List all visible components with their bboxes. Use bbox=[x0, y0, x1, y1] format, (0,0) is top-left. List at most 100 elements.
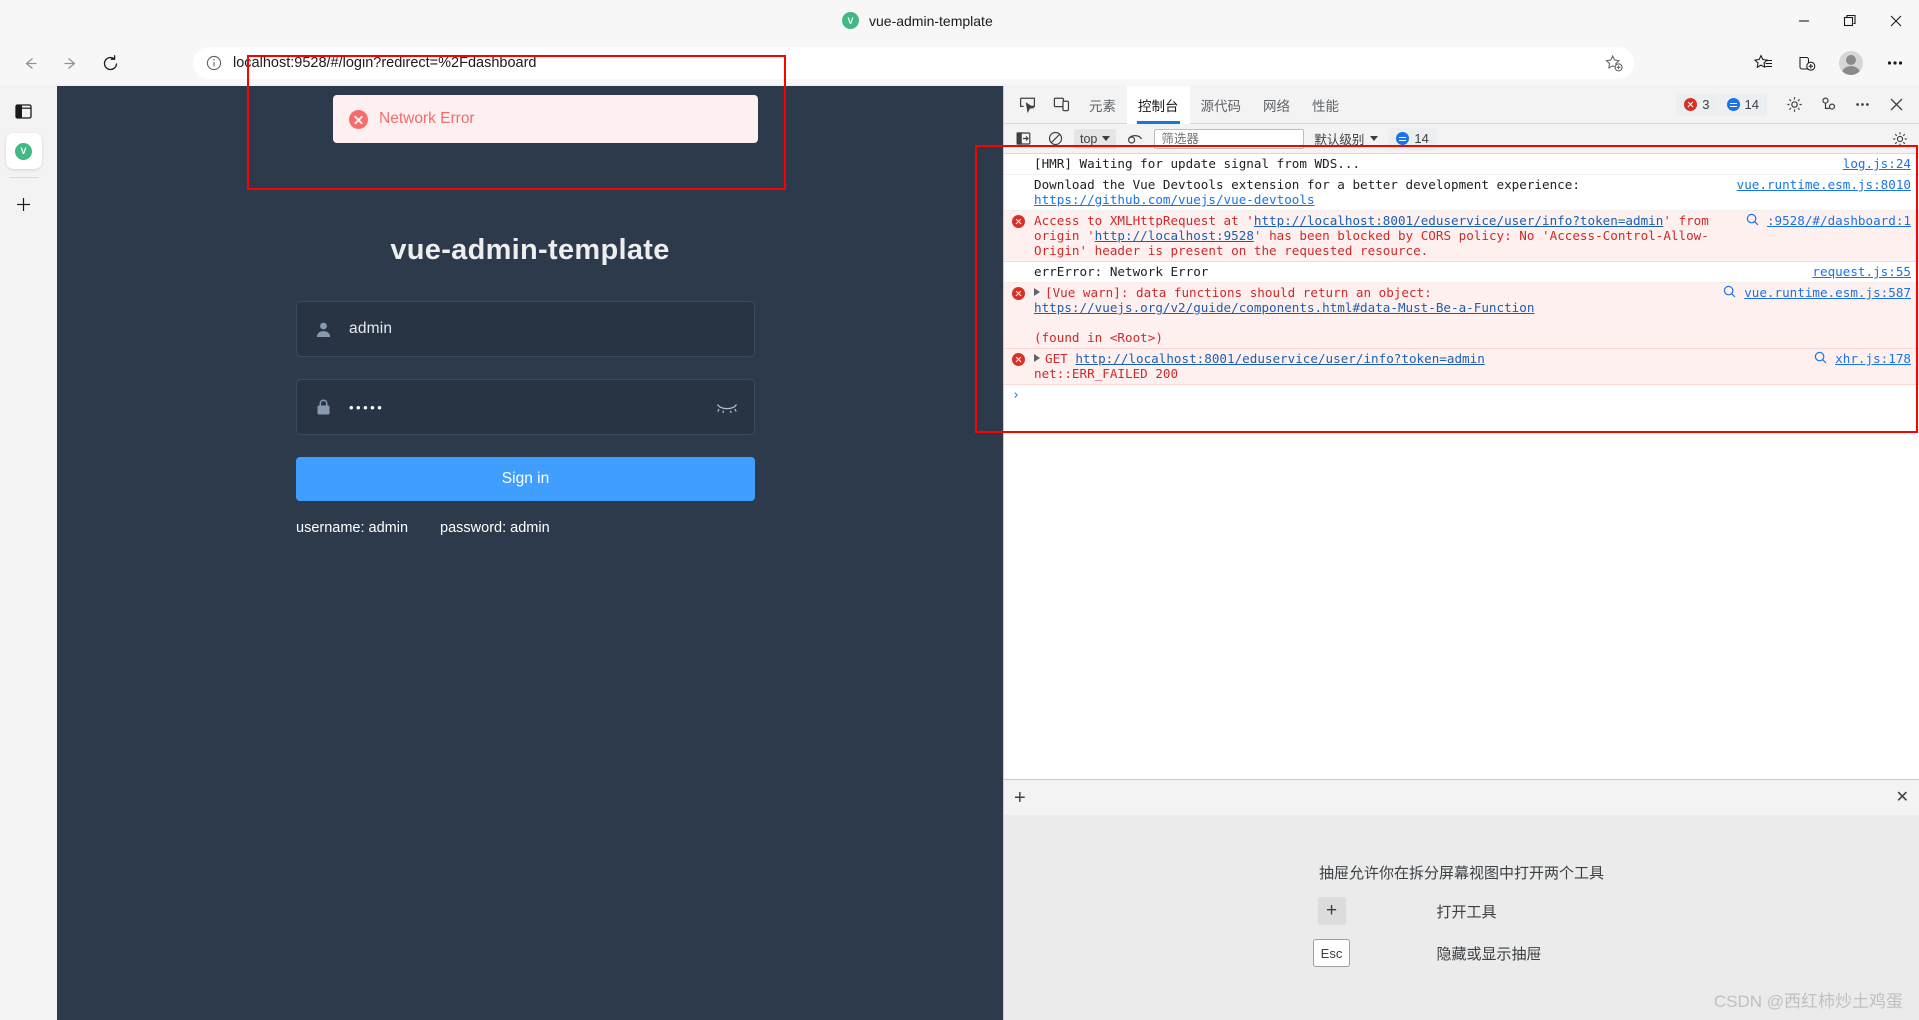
site-info-icon[interactable] bbox=[205, 54, 223, 72]
drawer-body: 抽屉允许你在拆分屏幕视图中打开两个工具 + 打开工具 Esc 隐藏或显示抽屉 C… bbox=[1004, 815, 1919, 1020]
console-row[interactable]: GET http://localhost:8001/eduservice/use… bbox=[1004, 349, 1919, 385]
device-toolbar-icon[interactable] bbox=[1044, 90, 1078, 120]
error-circle-icon bbox=[349, 109, 368, 129]
drawer-close-button[interactable]: ✕ bbox=[1896, 789, 1909, 806]
error-icon bbox=[1012, 287, 1025, 300]
tab-sources[interactable]: 源代码 bbox=[1190, 86, 1253, 124]
console-source-text[interactable]: request.js:55 bbox=[1812, 264, 1911, 279]
console-sidebar-icon[interactable] bbox=[1010, 124, 1036, 154]
password-field[interactable]: ••••• bbox=[296, 379, 755, 435]
console-source-text[interactable]: log.js:24 bbox=[1843, 156, 1911, 171]
window-controls bbox=[1781, 0, 1919, 41]
back-arrow-icon[interactable] bbox=[10, 43, 50, 83]
console-link[interactable]: https://github.com/vuejs/vue-devtools bbox=[1034, 192, 1315, 207]
console-row[interactable]: Download the Vue Devtools extension for … bbox=[1004, 175, 1919, 211]
console-source-text[interactable]: :9528/#/dashboard:1 bbox=[1767, 213, 1911, 228]
info-count-badge-toolbar[interactable]: 14 bbox=[1388, 127, 1437, 150]
tab-performance-label: 性能 bbox=[1312, 98, 1339, 114]
console-source-link[interactable]: xhr.js:178 bbox=[1835, 351, 1911, 366]
inspect-network-icon[interactable] bbox=[1746, 213, 1759, 230]
console-source-link[interactable]: request.js:55 bbox=[1812, 264, 1911, 279]
drawer-toolbar: + ✕ bbox=[1004, 779, 1919, 815]
address-bar[interactable]: localhost:9528/#/login?redirect=%2Fdashb… bbox=[193, 47, 1634, 79]
console-row-gutter bbox=[1012, 177, 1034, 179]
tab-performance[interactable]: 性能 bbox=[1301, 86, 1350, 124]
sidebar-divider bbox=[9, 177, 38, 178]
console-source-link[interactable]: :9528/#/dashboard:1 bbox=[1767, 213, 1911, 228]
console-link[interactable]: http://localhost:8001/eduservice/user/in… bbox=[1075, 351, 1484, 366]
console-link[interactable]: http://localhost:9528 bbox=[1095, 228, 1254, 243]
clear-console-icon[interactable] bbox=[1042, 124, 1068, 154]
reload-icon[interactable] bbox=[90, 43, 130, 83]
console-row[interactable]: [HMR] Waiting for update signal from WDS… bbox=[1004, 154, 1919, 175]
console-row[interactable]: [Vue warn]: data functions should return… bbox=[1004, 283, 1919, 349]
drawer-add-tool-button[interactable]: + bbox=[1014, 788, 1026, 808]
console-link[interactable]: https://vuejs.org/v2/guide/components.ht… bbox=[1034, 300, 1534, 315]
console-source-link[interactable]: vue.runtime.esm.js:8010 bbox=[1737, 177, 1911, 192]
console-source-link[interactable]: vue.runtime.esm.js:587 bbox=[1744, 285, 1911, 300]
console-filter-input[interactable] bbox=[1154, 128, 1305, 149]
url-text: localhost:9528/#/login?redirect=%2Fdashb… bbox=[233, 55, 537, 71]
log-level-select[interactable]: 默认级别 bbox=[1310, 129, 1382, 148]
console-link[interactable]: http://localhost:8001/eduservice/user/in… bbox=[1254, 213, 1663, 228]
collections-icon[interactable] bbox=[1791, 47, 1823, 79]
info-count-badge[interactable]: 14 bbox=[1718, 93, 1767, 116]
drawer-toggle-label: 隐藏或显示抽屉 bbox=[1436, 945, 1542, 963]
favorites-list-icon[interactable] bbox=[1747, 47, 1779, 79]
signin-button[interactable]: Sign in bbox=[296, 457, 755, 501]
console-source-text[interactable]: xhr.js:178 bbox=[1835, 351, 1911, 366]
restore-icon[interactable] bbox=[1827, 0, 1873, 41]
console-settings-gear-icon[interactable] bbox=[1887, 124, 1913, 154]
close-icon[interactable] bbox=[1873, 0, 1919, 41]
inspect-network-icon[interactable] bbox=[1723, 285, 1736, 302]
sidebar-item-vue-app[interactable]: V bbox=[5, 133, 42, 169]
browser-tab[interactable]: V vue-admin-template bbox=[830, 2, 1005, 39]
tab-console[interactable]: 控制台 bbox=[1127, 85, 1190, 124]
lock-icon bbox=[297, 398, 349, 416]
tab-console-label: 控制台 bbox=[1138, 98, 1179, 114]
error-count-badge[interactable]: 3 bbox=[1676, 93, 1718, 116]
minimize-icon[interactable] bbox=[1781, 0, 1827, 41]
profile-avatar-icon[interactable] bbox=[1835, 47, 1867, 79]
console-source-text[interactable]: vue.runtime.esm.js:587 bbox=[1744, 285, 1911, 300]
forward-arrow-icon[interactable] bbox=[50, 43, 90, 83]
console-toolbar: top 默认级别 14 bbox=[1004, 124, 1919, 154]
more-options-icon[interactable] bbox=[1845, 90, 1879, 120]
console-source-link[interactable]: log.js:24 bbox=[1843, 156, 1911, 171]
info-icon bbox=[1396, 132, 1410, 145]
page-viewport: Network Error vue-admin-template admin •… bbox=[57, 86, 1003, 1020]
drawer-row-open-tool: + 打开工具 bbox=[1302, 897, 1622, 925]
username-field[interactable]: admin bbox=[296, 301, 755, 357]
eye-closed-icon[interactable] bbox=[716, 400, 738, 414]
execution-context-select[interactable]: top bbox=[1074, 128, 1117, 149]
add-site-icon[interactable] bbox=[6, 186, 42, 222]
login-page: Network Error vue-admin-template admin •… bbox=[57, 86, 1003, 1020]
browser-titlebar: V vue-admin-template bbox=[0, 0, 1919, 41]
console-row[interactable]: errError: Network Error request.js:55 bbox=[1004, 262, 1919, 283]
error-icon bbox=[1012, 353, 1025, 366]
console-row[interactable]: Access to XMLHttpRequest at 'http://loca… bbox=[1004, 211, 1919, 262]
esc-key-icon[interactable]: Esc bbox=[1312, 939, 1351, 967]
info-count: 14 bbox=[1744, 97, 1759, 112]
plus-key-icon[interactable]: + bbox=[1317, 897, 1346, 925]
inspect-network-icon[interactable] bbox=[1814, 351, 1827, 368]
tab-sources-label: 源代码 bbox=[1200, 98, 1242, 114]
expand-triangle-icon[interactable] bbox=[1034, 354, 1040, 362]
tab-elements[interactable]: 元素 bbox=[1078, 86, 1127, 124]
watermark: CSDN @西红柿炒土鸡蛋 bbox=[1713, 992, 1903, 1011]
expand-triangle-icon[interactable] bbox=[1034, 288, 1040, 296]
inspect-element-icon[interactable] bbox=[1010, 90, 1044, 120]
favorite-star-icon[interactable] bbox=[1600, 50, 1626, 76]
tab-network[interactable]: 网络 bbox=[1252, 86, 1301, 124]
settings-gear-icon[interactable] bbox=[1777, 90, 1811, 120]
console-prompt[interactable]: › bbox=[1004, 385, 1919, 406]
browser-essentials-icon[interactable] bbox=[6, 93, 42, 129]
live-expression-icon[interactable] bbox=[1122, 124, 1148, 154]
hint-username: username: admin bbox=[296, 520, 409, 536]
more-options-icon[interactable] bbox=[1879, 47, 1911, 79]
console-message-list[interactable]: [HMR] Waiting for update signal from WDS… bbox=[1004, 154, 1919, 779]
customize-devtools-icon[interactable] bbox=[1811, 90, 1845, 120]
console-source-text[interactable]: vue.runtime.esm.js:8010 bbox=[1737, 177, 1911, 192]
close-devtools-icon[interactable] bbox=[1879, 90, 1913, 120]
password-value: ••••• bbox=[349, 399, 385, 415]
